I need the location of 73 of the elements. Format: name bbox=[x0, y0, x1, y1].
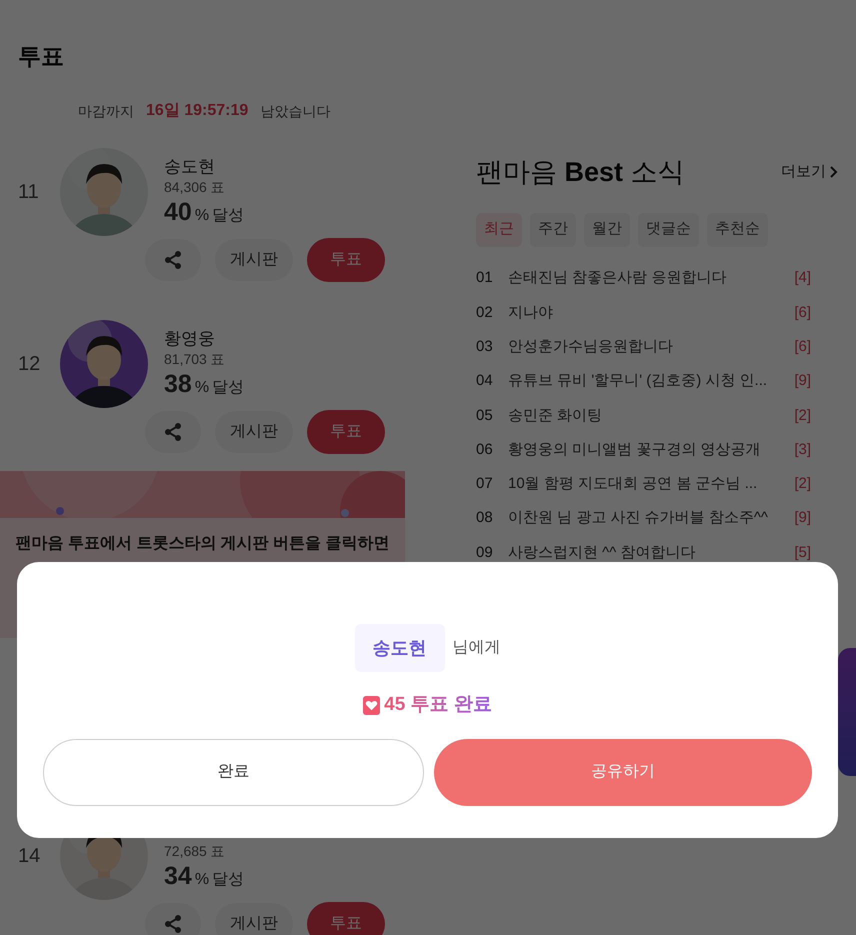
rank-number: 11 bbox=[17, 180, 40, 205]
item-number: 04 bbox=[476, 371, 494, 392]
item-number: 01 bbox=[476, 268, 494, 288]
news-item-link[interactable]: 송민준 화이팅 bbox=[508, 404, 794, 428]
board-button[interactable]: 게시판 bbox=[215, 239, 293, 281]
share-action-button[interactable]: 공유하기 bbox=[434, 738, 812, 806]
item-number: 09 bbox=[476, 542, 494, 563]
news-item-link[interactable]: 안성훈가수님응원합니다 bbox=[508, 336, 794, 358]
candidate-name: 황영웅 bbox=[164, 328, 216, 350]
comment-count: [9] bbox=[794, 371, 811, 392]
comment-count: [5] bbox=[794, 542, 811, 563]
news-item-link[interactable]: 10월 함평 지도대회 공연 봄 군수님 ... bbox=[508, 473, 794, 496]
share-button[interactable] bbox=[145, 239, 201, 281]
news-item-link[interactable]: 손태진님 참좋은사람 응원합니다 bbox=[508, 267, 794, 290]
filter-tab[interactable]: 추천순 bbox=[707, 212, 768, 246]
share-button[interactable] bbox=[145, 411, 201, 453]
achieved-label: 달성 bbox=[212, 870, 244, 890]
share-icon bbox=[163, 250, 183, 270]
news-item-link[interactable]: 이찬원 님 광고 사진 슈가버블 참소주^^ bbox=[508, 507, 794, 530]
vote-count: 84,306 표 bbox=[164, 178, 226, 196]
more-link[interactable]: 더보기 bbox=[781, 161, 838, 184]
countdown-time: 16일 19:57:19 bbox=[146, 101, 248, 121]
percent-sign: % bbox=[194, 206, 210, 226]
vote-button[interactable]: 투표 bbox=[307, 410, 385, 454]
item-number: 03 bbox=[476, 336, 494, 357]
comment-count: [6] bbox=[794, 336, 811, 357]
news-item-link[interactable]: 황영웅의 미니앨범 꽃구경의 영상공개 bbox=[508, 438, 794, 462]
done-button[interactable]: 완료 bbox=[43, 738, 424, 806]
filter-tab[interactable]: 최근 bbox=[476, 212, 522, 246]
comment-count: [2] bbox=[794, 406, 811, 426]
vote-button[interactable]: 투표 bbox=[307, 902, 385, 935]
rank-number: 12 bbox=[17, 352, 42, 377]
comment-count: [9] bbox=[794, 508, 811, 528]
percent-value: 34 bbox=[164, 861, 192, 892]
percent-value: 38 bbox=[164, 369, 192, 400]
filter-tab[interactable]: 주간 bbox=[530, 212, 576, 246]
vote-count: 81,703 표 bbox=[164, 350, 226, 368]
news-item-link[interactable]: 유튜브 뮤비 '할무니' (김호중) 시청 인... bbox=[508, 370, 794, 393]
deadline-label: 마감까지 bbox=[78, 102, 134, 120]
candidate-name: 송도현 bbox=[164, 156, 216, 178]
share-icon bbox=[163, 914, 183, 934]
vote-button[interactable]: 투표 bbox=[307, 238, 385, 282]
candidate-chip: 송도현 bbox=[354, 624, 444, 672]
board-button[interactable]: 게시판 bbox=[215, 411, 293, 453]
recipient-suffix: 님에게 bbox=[452, 638, 500, 658]
comment-count: [6] bbox=[794, 302, 811, 323]
news-title: 팬마음 Best 소식 bbox=[476, 156, 685, 189]
news-item-link[interactable]: 지나야 bbox=[508, 302, 794, 324]
board-button[interactable]: 게시판 bbox=[215, 903, 293, 935]
item-number: 05 bbox=[476, 406, 494, 426]
filter-tab[interactable]: 댓글순 bbox=[638, 212, 699, 246]
news-item-link[interactable]: 사랑스럽지현 ^^ 참여합니다 bbox=[508, 542, 794, 564]
banner-text: 팬마음 투표에서 트롯스타의 게시판 버튼을 클릭하면 bbox=[14, 534, 391, 554]
share-button[interactable] bbox=[145, 903, 201, 935]
item-number: 08 bbox=[476, 508, 494, 528]
share-icon bbox=[163, 422, 183, 442]
percent-value: 40 bbox=[164, 197, 192, 228]
percent-sign: % bbox=[194, 378, 210, 398]
comment-count: [3] bbox=[794, 440, 811, 460]
achieved-label: 달성 bbox=[212, 378, 244, 398]
filter-tab[interactable]: 월간 bbox=[584, 212, 630, 246]
item-number: 07 bbox=[476, 474, 494, 494]
rank-number: 14 bbox=[17, 844, 42, 869]
item-number: 02 bbox=[476, 302, 494, 323]
page-title: 투표 bbox=[17, 42, 65, 71]
achieved-label: 달성 bbox=[212, 206, 244, 226]
deadline-suffix: 남았습니다 bbox=[260, 102, 330, 120]
chevron-right-icon bbox=[830, 166, 838, 178]
comment-count: [2] bbox=[794, 474, 811, 494]
vote-count: 72,685 표 bbox=[164, 842, 226, 860]
item-number: 06 bbox=[476, 440, 494, 460]
comment-count: [4] bbox=[794, 268, 811, 288]
percent-sign: % bbox=[194, 870, 210, 890]
